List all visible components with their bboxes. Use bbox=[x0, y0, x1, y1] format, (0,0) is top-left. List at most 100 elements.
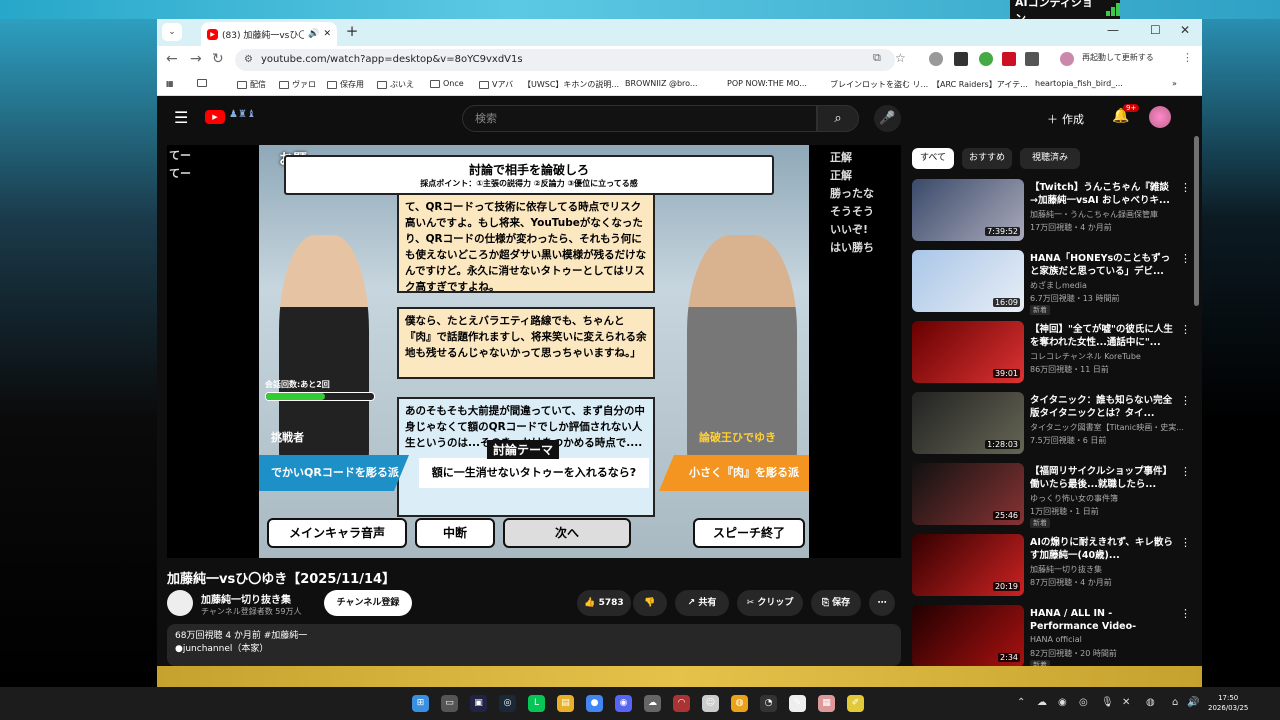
recommendation-item[interactable]: 20:19 AIの煽りに耐えきれず、キレ散らす加藤純一(40歳)... 加藤純一切り… bbox=[912, 534, 1192, 599]
reload-icon[interactable]: ↻ bbox=[212, 51, 224, 67]
profile-avatar[interactable] bbox=[1060, 52, 1074, 66]
chrome-icon[interactable]: ● bbox=[586, 695, 603, 712]
more-options-icon[interactable]: ⋮ bbox=[1180, 394, 1191, 407]
chip-watched[interactable]: 視聴済み bbox=[1020, 148, 1080, 169]
more-options-icon[interactable]: ⋮ bbox=[1180, 323, 1191, 336]
back-icon[interactable]: ← bbox=[166, 51, 178, 67]
security-icon[interactable]: ◉ bbox=[1058, 697, 1067, 708]
bookmark-item[interactable] bbox=[197, 79, 207, 87]
recommendation-title[interactable]: HANA「HONEYsのこともずっと家族だと思っている」デビ... bbox=[1030, 252, 1175, 278]
extension-icon[interactable] bbox=[1002, 52, 1016, 66]
save-button[interactable]: ⎘ 保存 bbox=[811, 590, 861, 616]
extensions-puzzle-icon[interactable] bbox=[1025, 52, 1039, 66]
dislike-button[interactable]: 👎 bbox=[633, 590, 667, 616]
subscribe-button[interactable]: チャンネル登録 bbox=[324, 590, 412, 616]
menu-dots-icon[interactable]: ⋮ bbox=[1182, 51, 1193, 64]
edge-icon[interactable]: ◍ bbox=[1146, 697, 1155, 708]
chevron-up-icon[interactable]: ⌃ bbox=[1017, 697, 1025, 708]
recommendation-item[interactable]: 2:34 HANA / ALL IN -Performance Video- HAN… bbox=[912, 605, 1192, 666]
more-options-icon[interactable]: ⋮ bbox=[1180, 607, 1191, 620]
face-app-icon[interactable]: ☺ bbox=[702, 695, 719, 712]
more-actions-icon[interactable]: ⋯ bbox=[869, 590, 895, 616]
recommendation-item[interactable]: 16:09 HANA「HONEYsのこともずっと家族だと思っている」デビ... めざ… bbox=[912, 250, 1192, 315]
recommendation-item[interactable]: 25:46 【福岡リサイクルショップ事件】働いたら最後...就職したら... ゆっく… bbox=[912, 463, 1192, 528]
photo-app-icon[interactable]: ▦ bbox=[818, 695, 835, 712]
bookmark-item[interactable]: BROWNIIZ @bro... bbox=[625, 79, 698, 88]
menu-hamburger-icon[interactable]: ☰ bbox=[174, 108, 188, 127]
site-info-icon[interactable]: ⚙ bbox=[244, 49, 253, 71]
video-player[interactable]: てー てー お題 討論で相手を論破しろ 採点ポイント：①主張の説得力 ②反論力 … bbox=[167, 145, 901, 558]
tab-search-icon[interactable]: ⌄ bbox=[162, 23, 182, 41]
bookmark-item[interactable]: 配信 bbox=[237, 79, 266, 90]
new-tab-button[interactable]: + bbox=[344, 24, 360, 40]
monitor-app-icon[interactable]: ▣ bbox=[470, 695, 487, 712]
recommendation-item[interactable]: 1:28:03 タイタニック：誰も知らない完全版タイタニックとは？タイ... タイタ… bbox=[912, 392, 1192, 457]
browser-tab[interactable]: ▶ (83) 加藤純一vsひ〇ゆき【20 🔊 ✕ bbox=[201, 22, 337, 46]
chip-all[interactable]: すべて bbox=[912, 148, 954, 169]
recommendation-title[interactable]: タイタニック：誰も知らない完全版タイタニックとは？タイ... bbox=[1030, 394, 1175, 420]
share-button[interactable]: ↗ 共有 bbox=[675, 590, 729, 616]
recommendation-item[interactable]: 39:01 【神回】"全てが嘘"の彼氏に人生を奪われた女性...通話中に"... コ… bbox=[912, 321, 1192, 386]
recommendation-title[interactable]: 【Twitch】うんこちゃん『雑談→加藤純一vsAI おしゃべりキ... bbox=[1030, 181, 1175, 207]
tab-close-icon[interactable]: ✕ bbox=[323, 29, 331, 39]
maximize-icon[interactable]: ☐ bbox=[1150, 23, 1161, 37]
search-icon[interactable]: ⌕ bbox=[817, 105, 859, 132]
more-options-icon[interactable]: ⋮ bbox=[1180, 536, 1191, 549]
bookmark-star-icon[interactable]: ☆ bbox=[895, 51, 906, 65]
extension-icon[interactable] bbox=[979, 52, 993, 66]
network-icon[interactable]: ⌂ bbox=[1172, 697, 1178, 708]
recommendation-title[interactable]: AIの煽りに耐えきれず、キレ散らす加藤純一(40歳)... bbox=[1030, 536, 1175, 562]
more-options-icon[interactable]: ⋮ bbox=[1180, 252, 1191, 265]
bookmark-item[interactable]: 【UWSC】キホンの説明... bbox=[523, 79, 619, 90]
clip-button[interactable]: ✂ クリップ bbox=[737, 590, 803, 616]
bookmark-item[interactable]: Once bbox=[430, 79, 464, 88]
steam-tray-icon[interactable]: ◎ bbox=[1079, 697, 1088, 708]
extension-icon[interactable] bbox=[954, 52, 968, 66]
steam-icon[interactable]: ◎ bbox=[499, 695, 516, 712]
search-input[interactable]: 検索 bbox=[462, 105, 817, 132]
bookmark-item[interactable]: ブレインロットを盗む リ... bbox=[830, 79, 928, 90]
mouth-app-icon[interactable]: ◠ bbox=[673, 695, 690, 712]
channel-name[interactable]: 加藤純一切り抜き集 bbox=[201, 591, 291, 606]
bookmark-item[interactable]: POP NOW:THE MO... bbox=[727, 79, 807, 88]
minimize-icon[interactable]: — bbox=[1107, 23, 1119, 37]
notepad-icon[interactable]: ✎ bbox=[789, 695, 806, 712]
install-app-icon[interactable]: ⧉ bbox=[873, 51, 881, 65]
windows-start-icon[interactable]: ⊞ bbox=[412, 695, 429, 712]
like-button[interactable]: 👍 5783 bbox=[577, 590, 631, 616]
bookmark-item[interactable]: 【ARC Raiders】アイテ... bbox=[932, 79, 1028, 90]
address-bar[interactable]: ⚙ youtube.com/watch?app=desktop&v=8oYC9v… bbox=[235, 49, 895, 71]
bookmark-item[interactable]: ぶいえ bbox=[377, 79, 414, 90]
scrollbar[interactable] bbox=[1194, 136, 1199, 306]
line-icon[interactable]: L bbox=[528, 695, 545, 712]
apps-grid-icon[interactable]: ▦ bbox=[166, 79, 174, 88]
close-tray-icon[interactable]: ✕ bbox=[1122, 697, 1130, 708]
bookmark-item[interactable]: 保存用 bbox=[327, 79, 364, 90]
more-options-icon[interactable]: ⋮ bbox=[1180, 465, 1191, 478]
paint-app-icon[interactable]: ✐ bbox=[847, 695, 864, 712]
chat-app-icon[interactable]: ☁ bbox=[644, 695, 661, 712]
restart-update-button[interactable]: 再起動して更新する bbox=[1082, 52, 1154, 63]
forward-icon[interactable]: → bbox=[190, 51, 202, 67]
create-button[interactable]: ＋作成 bbox=[1047, 106, 1084, 132]
more-bookmarks-icon[interactable]: » bbox=[1172, 79, 1177, 88]
account-avatar[interactable] bbox=[1149, 106, 1171, 128]
bookmark-item[interactable]: Vアバ bbox=[479, 79, 513, 90]
mic-icon[interactable]: 🎤 bbox=[874, 105, 901, 132]
chip-recommended[interactable]: おすすめ bbox=[962, 148, 1012, 169]
more-options-icon[interactable]: ⋮ bbox=[1180, 181, 1191, 194]
file-explorer-icon[interactable]: ▤ bbox=[557, 695, 574, 712]
coin-app-icon[interactable]: ◍ bbox=[731, 695, 748, 712]
channel-avatar[interactable] bbox=[167, 590, 193, 616]
youtube-logo-icon[interactable]: ▶ bbox=[205, 110, 225, 124]
extension-icon[interactable] bbox=[929, 52, 943, 66]
recommendation-item[interactable]: 7:39:52 【Twitch】うんこちゃん『雑談→加藤純一vsAI おしゃべりキ… bbox=[912, 179, 1192, 244]
github-icon[interactable]: ◔ bbox=[760, 695, 777, 712]
recommendation-title[interactable]: 【神回】"全てが嘘"の彼氏に人生を奪われた女性...通話中に"... bbox=[1030, 323, 1175, 349]
description-box[interactable]: 68万回視聴 4 か月前 #加藤純一 ●junchannel（本家） bbox=[167, 624, 901, 666]
bookmark-item[interactable]: heartopia_fish_bird_... bbox=[1035, 79, 1123, 88]
bookmark-item[interactable]: ヴァロ bbox=[279, 79, 316, 90]
task-view-icon[interactable]: ▭ bbox=[441, 695, 458, 712]
recommendation-title[interactable]: 【福岡リサイクルショップ事件】働いたら最後...就職したら... bbox=[1030, 465, 1175, 491]
discord-icon[interactable]: ◉ bbox=[615, 695, 632, 712]
